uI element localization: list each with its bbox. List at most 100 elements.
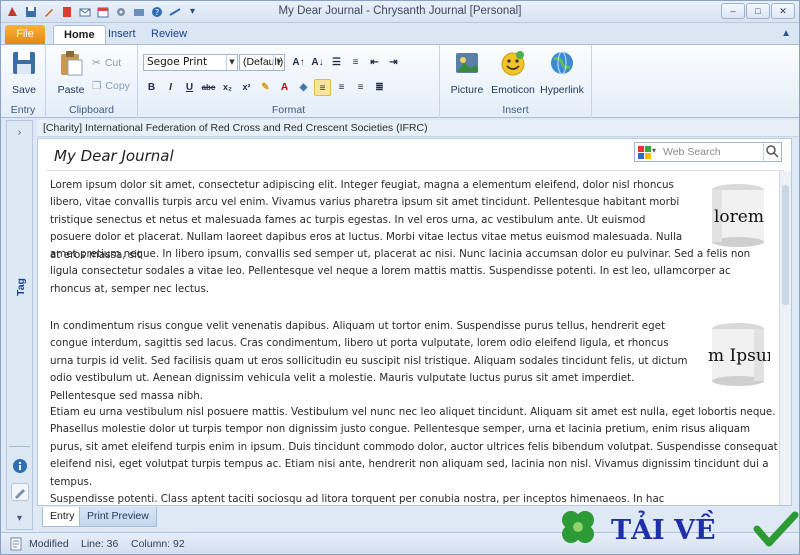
highlight-icon[interactable]: ✎ xyxy=(257,79,274,96)
font-size-select[interactable]: (Default) ▼ xyxy=(239,54,285,71)
picture-icon xyxy=(456,53,478,73)
justify-icon[interactable]: ≣ xyxy=(371,79,388,96)
google-icon xyxy=(638,146,651,159)
format-row-2: B I U abc x₂ x² ✎ A ◈ ≡ ≡ ≡ ≣ xyxy=(143,79,388,96)
entry-group: Save Entry xyxy=(1,45,46,118)
superscript-icon[interactable]: x² xyxy=(238,79,255,96)
grow-font-icon[interactable]: A↑ xyxy=(290,54,307,71)
paste-button[interactable]: Paste xyxy=(54,49,88,96)
chevron-down-icon: ▼ xyxy=(273,55,284,70)
insert-group: Picture Emoticon Hyperlink Insert xyxy=(440,45,592,118)
watermark-text: TẢI VỀ xyxy=(611,509,716,546)
expand-panel-icon[interactable]: › xyxy=(7,127,32,138)
indent-icon[interactable]: ⇥ xyxy=(385,54,402,71)
side-panel: › Tag ▾ xyxy=(6,120,33,530)
tag-pane-tab[interactable]: Tag xyxy=(15,278,27,296)
title-bar: ? ▾ My Dear Journal - Chrysanth Journal … xyxy=(1,1,799,23)
emoticon-icon xyxy=(501,51,525,76)
window-controls: – □ ✕ xyxy=(721,3,795,19)
scissors-icon: ✂ xyxy=(92,57,101,69)
search-placeholder: Web Search xyxy=(663,146,721,158)
paragraph-2b: Etiam eu urna vestibulum nisl posuere ma… xyxy=(50,406,778,488)
title-divider xyxy=(46,170,784,171)
mug-text-1: lorem Ip xyxy=(714,207,770,227)
emoticon-label: Emoticon xyxy=(491,84,535,96)
emoticon-button[interactable]: Emoticon xyxy=(490,49,536,96)
hyperlink-button[interactable]: Hyperlink xyxy=(538,49,586,96)
font-name-select[interactable]: Segoe Print ▼ xyxy=(143,54,238,71)
modified-status: Modified xyxy=(29,538,69,550)
vertical-scrollbar[interactable] xyxy=(779,171,791,505)
align-center-icon[interactable]: ≡ xyxy=(333,79,350,96)
bg-color-icon[interactable]: ◈ xyxy=(295,79,312,96)
subscript-icon[interactable]: x₂ xyxy=(219,79,236,96)
paragraph-2a: In condimentum risus congue velit venena… xyxy=(50,320,688,402)
search-icon[interactable] xyxy=(763,143,781,161)
category-breadcrumb: [Charity] International Federation of Re… xyxy=(37,120,799,137)
cut-button[interactable]: ✂ Cut xyxy=(92,57,121,69)
mug-image-2[interactable]: m Ipsum xyxy=(706,321,770,387)
format-group: Segoe Print ▼ (Default) ▼ A↑ A↓ ☰ ≡ ⇤ ⇥ … xyxy=(138,45,440,118)
save-label: Save xyxy=(12,84,36,96)
copy-label: Copy xyxy=(105,80,130,92)
outdent-icon[interactable]: ⇤ xyxy=(366,54,383,71)
strikethrough-icon[interactable]: abc xyxy=(200,79,217,96)
window-title: My Dear Journal - Chrysanth Journal [Per… xyxy=(278,5,522,17)
globe-icon xyxy=(551,51,573,75)
font-color-icon[interactable]: A xyxy=(276,79,293,96)
chevron-down-icon[interactable]: ▾ xyxy=(7,513,32,524)
checkmark-icon xyxy=(753,511,799,547)
mug-text-2: m Ipsum xyxy=(708,346,770,366)
app-window: ? ▾ My Dear Journal - Chrysanth Journal … xyxy=(0,0,800,555)
tab-insert[interactable]: Insert xyxy=(98,25,146,45)
paragraph-3: Suspendisse potenti. Class aptent taciti… xyxy=(50,493,665,505)
hyperlink-label: Hyperlink xyxy=(540,84,584,96)
web-search-box[interactable]: ▾ Web Search xyxy=(634,142,782,162)
save-icon xyxy=(13,52,35,74)
side-divider xyxy=(9,446,30,447)
paragraph-1b: amet pretium neque. In libero ipsum, con… xyxy=(50,248,751,295)
paste-label: Paste xyxy=(57,84,85,96)
font-name-value: Segoe Print xyxy=(147,56,208,68)
copy-button[interactable]: ❐ Copy xyxy=(92,80,130,92)
underline-icon[interactable]: U xyxy=(181,79,198,96)
maximize-button[interactable]: □ xyxy=(746,3,770,19)
picture-label: Picture xyxy=(450,84,484,96)
shrink-font-icon[interactable]: A↓ xyxy=(309,54,326,71)
cut-label: Cut xyxy=(104,57,122,69)
ribbon: Save Entry Paste ✂ Cut ❐ Copy Clipboard Se… xyxy=(1,44,799,118)
search-engine-dropdown-icon[interactable]: ▾ xyxy=(652,146,656,155)
copy-icon: ❐ xyxy=(92,80,102,92)
edit-icon[interactable] xyxy=(11,483,29,501)
clover-icon xyxy=(562,511,594,543)
align-left-icon[interactable]: ≡ xyxy=(314,79,331,96)
journal-editor[interactable]: My Dear Journal ▾ Web Search Lorem ipsum… xyxy=(37,138,792,506)
clipboard-group: Paste ✂ Cut ❐ Copy Clipboard xyxy=(46,45,138,118)
bold-icon[interactable]: B xyxy=(143,79,160,96)
numbering-icon[interactable]: ≡ xyxy=(347,54,364,71)
mug-image-1[interactable]: lorem Ip xyxy=(706,182,770,248)
column-indicator: Column: 92 xyxy=(131,538,185,550)
tab-review[interactable]: Review xyxy=(141,25,197,45)
minimize-button[interactable]: – xyxy=(721,3,745,19)
tab-print-preview[interactable]: Print Preview xyxy=(79,507,157,527)
format-group-label: Format xyxy=(271,104,306,116)
insert-group-label: Insert xyxy=(502,104,529,116)
tab-file[interactable]: File xyxy=(5,25,45,45)
info-icon[interactable] xyxy=(11,457,29,475)
close-button[interactable]: ✕ xyxy=(771,3,795,19)
ribbon-collapse-icon[interactable]: ▲ xyxy=(781,28,791,39)
line-indicator: Line: 36 xyxy=(81,538,119,550)
align-right-icon[interactable]: ≡ xyxy=(352,79,369,96)
document-icon xyxy=(10,537,22,551)
tab-entry[interactable]: Entry xyxy=(42,507,83,527)
picture-button[interactable]: Picture xyxy=(446,49,488,96)
save-button[interactable]: Save xyxy=(9,49,39,96)
bullets-icon[interactable]: ☰ xyxy=(328,54,345,71)
entry-title[interactable]: My Dear Journal xyxy=(54,147,174,165)
scrollbar-thumb[interactable] xyxy=(782,185,789,305)
entry-group-label: Entry xyxy=(10,104,36,116)
taive-watermark: TẢI VỀ xyxy=(562,509,799,547)
chevron-down-icon: ▼ xyxy=(226,55,237,70)
italic-icon[interactable]: I xyxy=(162,79,179,96)
